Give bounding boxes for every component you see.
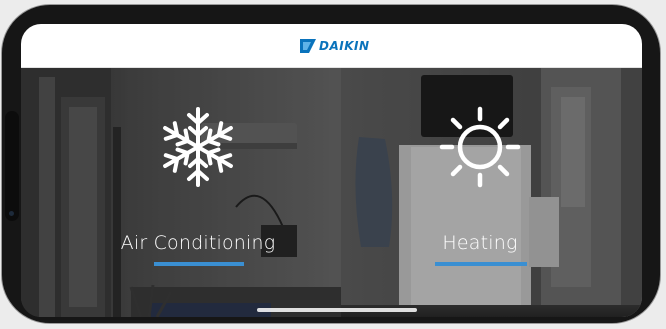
home-indicator[interactable] — [257, 308, 417, 312]
air-conditioning-tile[interactable]: Air Conditioning — [21, 67, 341, 317]
snowflake-icon — [155, 104, 241, 190]
heating-underline — [435, 262, 527, 266]
app-screen: DAIKIN Air Conditioning Heating — [21, 24, 642, 317]
heating-label: Heating — [442, 232, 518, 254]
air-conditioning-underline — [154, 262, 244, 266]
camera-notch — [5, 111, 19, 221]
brand-logo: DAIKIN — [300, 37, 370, 55]
app-frame: DAIKIN Air Conditioning Heating — [0, 0, 666, 329]
camera-icon — [9, 211, 14, 216]
daikin-logo-icon — [300, 39, 316, 53]
heating-tile[interactable]: Heating — [341, 67, 642, 317]
phone-bezel: DAIKIN Air Conditioning Heating — [2, 5, 660, 323]
air-conditioning-label: Air Conditioning — [120, 232, 276, 254]
background-scene: Air Conditioning Heating — [21, 67, 642, 317]
sun-icon — [437, 104, 523, 190]
header-bar: DAIKIN — [21, 24, 642, 68]
brand-name: DAIKIN — [319, 39, 370, 53]
